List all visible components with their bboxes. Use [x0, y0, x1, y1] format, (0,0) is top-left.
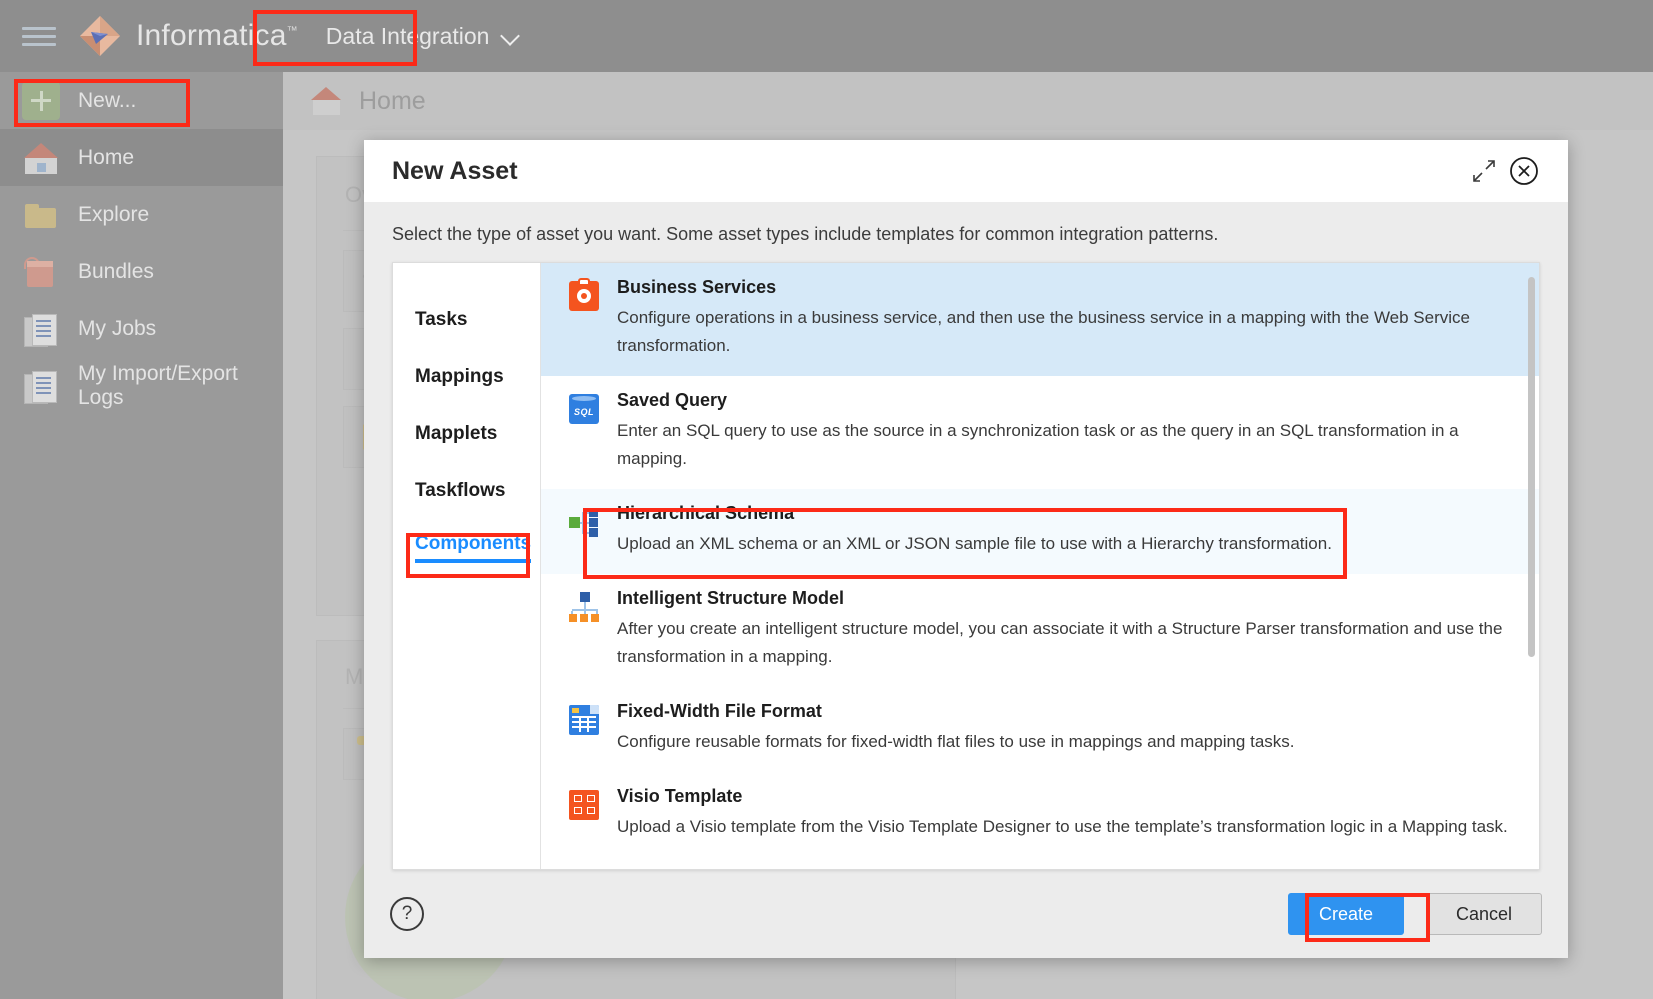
intelligent-structure-model-icon	[569, 592, 599, 623]
asset-list-scrollbar[interactable]	[1527, 269, 1535, 863]
app-root: Informatica™ Data Integration New... Hom…	[0, 0, 1653, 999]
new-asset-dialog: New Asset Select the type of asset you w…	[364, 140, 1568, 958]
asset-description: Upload an XML schema or an XML or JSON s…	[617, 534, 1332, 554]
saved-query-sql-icon: SQL	[569, 394, 599, 425]
category-label: Components	[415, 533, 532, 563]
plus-icon	[22, 81, 60, 120]
dialog-header: New Asset	[364, 140, 1568, 202]
sidebar-item-label: My Import/Export Logs	[78, 361, 238, 409]
expand-diagonal-icon[interactable]	[1464, 151, 1504, 191]
help-glyph: ?	[401, 903, 413, 924]
dialog-title: New Asset	[392, 156, 518, 185]
sidebar-item-label: Home	[78, 145, 135, 169]
brand-name: Informatica™	[136, 19, 298, 53]
asset-description: Upload a Visio template from the Visio T…	[617, 817, 1508, 837]
close-circle-icon[interactable]	[1504, 151, 1544, 191]
service-selector-label: Data Integration	[325, 22, 490, 49]
sidebar-item-label: New...	[78, 88, 137, 112]
hamburger-menu-icon[interactable]	[22, 22, 56, 51]
category-list: Tasks Mappings Mapplets Taskflows Compon…	[393, 263, 541, 869]
sidebar-item-my-jobs[interactable]: My Jobs	[0, 300, 283, 357]
help-question-icon[interactable]: ?	[390, 897, 424, 931]
sidebar-item-new[interactable]: New...	[0, 72, 283, 129]
sidebar-item-label: Explore	[78, 202, 150, 226]
category-components[interactable]: Components	[393, 519, 540, 576]
business-services-icon	[569, 278, 599, 311]
asset-option-fixed-width-file-format[interactable]: Fixed-Width File Format Configure reusab…	[541, 687, 1539, 772]
visio-template-icon	[569, 790, 599, 821]
sidebar-item-label: My Jobs	[78, 316, 157, 340]
asset-description: Configure reusable formats for fixed-wid…	[617, 732, 1295, 752]
sidebar-item-home[interactable]: Home	[0, 129, 283, 186]
asset-name: Saved Query	[617, 390, 728, 411]
sidebar-item-explore[interactable]: Explore	[0, 186, 283, 243]
top-bar: Informatica™ Data Integration	[0, 0, 1653, 72]
asset-name: Hierarchical Schema	[617, 503, 795, 524]
chevron-down-icon	[501, 27, 519, 45]
asset-name: Business Services	[617, 277, 777, 297]
asset-description: Configure operations in a business servi…	[617, 308, 1470, 356]
category-mappings[interactable]: Mappings	[393, 348, 540, 405]
sidebar-item-bundles[interactable]: Bundles	[0, 243, 283, 300]
hierarchical-schema-icon	[569, 507, 599, 538]
asset-option-visio-template[interactable]: Visio Template Upload a Visio template f…	[541, 772, 1539, 857]
breadcrumb: Home	[283, 72, 1653, 130]
category-label: Mappings	[415, 365, 504, 387]
informatica-logo-icon	[78, 14, 122, 58]
asset-option-intelligent-structure-model[interactable]: Intelligent Structure Model After you cr…	[541, 574, 1539, 687]
fixed-width-file-icon	[569, 705, 599, 736]
category-label: Taskflows	[415, 479, 506, 501]
asset-option-business-services[interactable]: Business Services Configure operations i…	[541, 263, 1539, 377]
documents-icon	[22, 310, 60, 348]
brand-name-text: Informatica	[136, 19, 287, 52]
asset-type-list: Business Services Configure operations i…	[541, 263, 1539, 869]
home-icon	[309, 84, 345, 118]
dialog-body: Tasks Mappings Mapplets Taskflows Compon…	[392, 262, 1540, 870]
cancel-button[interactable]: Cancel	[1426, 893, 1542, 935]
category-label: Tasks	[415, 308, 468, 330]
service-selector-dropdown[interactable]: Data Integration	[314, 17, 532, 56]
sidebar-item-my-import-export-logs[interactable]: My Import/Export Logs	[0, 357, 283, 414]
asset-name: Visio Template	[617, 786, 743, 807]
asset-option-hierarchical-schema[interactable]: Hierarchical Schema Upload an XML schema…	[541, 489, 1539, 575]
home-icon	[22, 139, 60, 177]
asset-description: After you create an intelligent structur…	[617, 619, 1503, 667]
dialog-subtitle: Select the type of asset you want. Some …	[364, 202, 1568, 265]
category-tasks[interactable]: Tasks	[393, 291, 540, 348]
category-taskflows[interactable]: Taskflows	[393, 462, 540, 519]
sidebar: New... Home Explore Bundles My Jobs My I…	[0, 72, 283, 999]
folder-icon	[22, 196, 60, 234]
sidebar-item-label: Bundles	[78, 259, 154, 283]
breadcrumb-label: Home	[359, 86, 426, 115]
asset-name: Fixed-Width File Format	[617, 701, 822, 722]
bundle-box-icon	[22, 253, 60, 291]
asset-name: Intelligent Structure Model	[617, 588, 845, 609]
asset-description: Enter an SQL query to use as the source …	[617, 421, 1459, 469]
category-mapplets[interactable]: Mapplets	[393, 405, 540, 462]
create-button[interactable]: Create	[1288, 893, 1404, 935]
brand-trademark: ™	[286, 25, 298, 37]
scrollbar-thumb[interactable]	[1528, 277, 1535, 657]
asset-option-saved-query[interactable]: SQL Saved Query Enter an SQL query to us…	[541, 376, 1539, 489]
documents-icon	[22, 367, 60, 405]
category-label: Mapplets	[415, 422, 498, 444]
dialog-footer: ? Create Cancel	[364, 870, 1568, 958]
